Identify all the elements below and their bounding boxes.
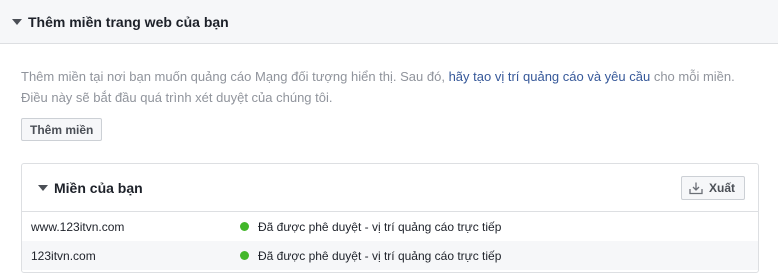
status-approved-icon: [240, 251, 249, 260]
collapse-triangle-icon[interactable]: [12, 18, 22, 25]
status-cell: Đã được phê duyệt - vị trí quảng cáo trự…: [240, 249, 501, 263]
export-label: Xuất: [708, 181, 735, 195]
section-title: Thêm miền trang web của bạn: [28, 13, 229, 30]
status-approved-icon: [240, 222, 249, 231]
create-placement-link[interactable]: hãy tạo vị trí quảng cáo và yêu cầu: [449, 69, 651, 84]
table-row[interactable]: 123itvn.com Đã được phê duyệt - vị trí q…: [22, 241, 758, 270]
collapse-triangle-icon[interactable]: [38, 184, 48, 191]
status-text: Đã được phê duyệt - vị trí quảng cáo trự…: [258, 219, 502, 234]
export-button[interactable]: Xuất: [680, 176, 745, 200]
domains-panel: Miền của bạn Xuất www.123itvn.com Đã đượ…: [21, 163, 759, 273]
domains-panel-title: Miền của bạn: [54, 179, 143, 196]
description-text: Thêm miền tại nơi bạn muốn quảng cáo Mạn…: [21, 66, 751, 108]
add-domain-button[interactable]: Thêm miền: [21, 118, 103, 141]
domain-cell: 123itvn.com: [31, 248, 96, 263]
download-icon: [689, 182, 703, 195]
status-cell: Đã được phê duyệt - vị trí quảng cáo trự…: [240, 220, 501, 234]
status-text: Đã được phê duyệt - vị trí quảng cáo trự…: [258, 248, 502, 263]
domains-panel-header: Miền của bạn Xuất: [22, 164, 758, 212]
section-header[interactable]: Thêm miền trang web của bạn: [0, 0, 778, 44]
domain-cell: www.123itvn.com: [31, 219, 125, 234]
table-row[interactable]: www.123itvn.com Đã được phê duyệt - vị t…: [22, 212, 758, 241]
description-before-link: Thêm miền tại nơi bạn muốn quảng cáo Mạn…: [21, 69, 449, 84]
